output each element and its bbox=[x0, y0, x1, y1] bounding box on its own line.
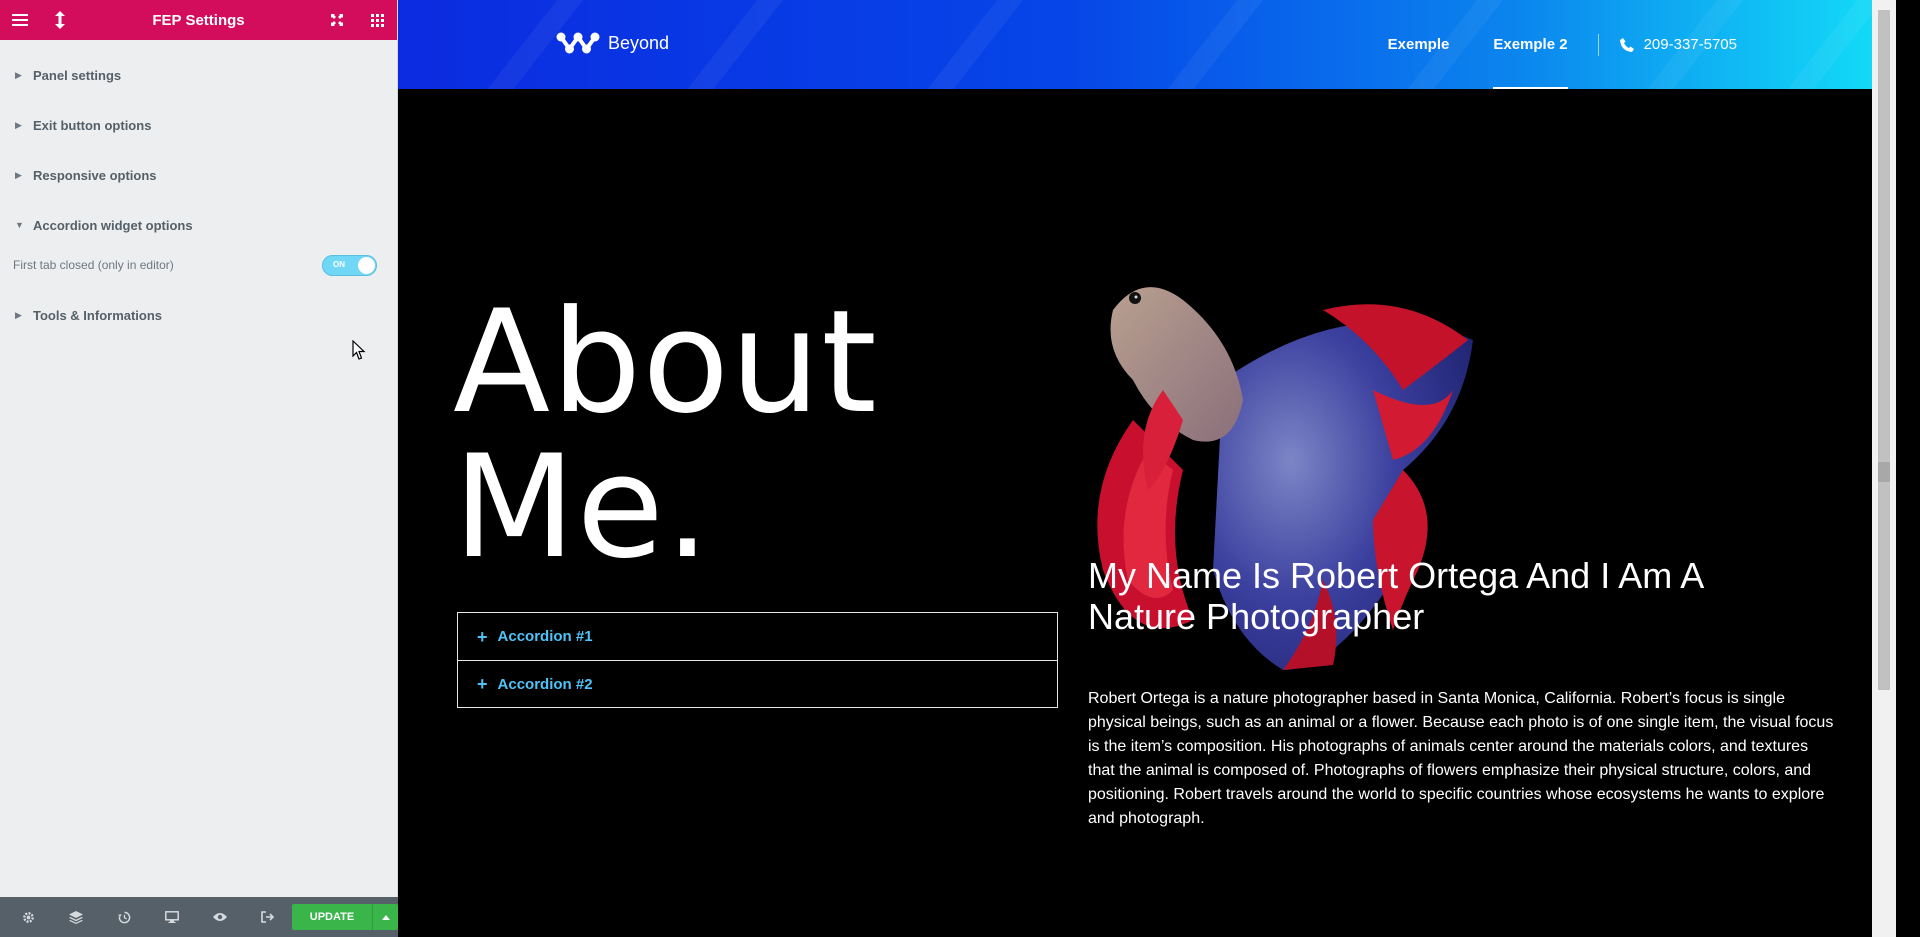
section-exit-button-options[interactable]: ▶ Exit button options bbox=[0, 100, 397, 150]
page-scrollbar[interactable] bbox=[1872, 0, 1896, 937]
accordion-widget: + Accordion #1 + Accordion #2 bbox=[457, 612, 1058, 708]
nav-link-exemple-2[interactable]: Exemple 2 bbox=[1493, 0, 1568, 89]
accordion-item-1[interactable]: + Accordion #1 bbox=[458, 613, 1057, 660]
caret-right-icon: ▶ bbox=[15, 119, 22, 130]
toggle-knob bbox=[358, 256, 375, 274]
menu-button[interactable] bbox=[0, 0, 40, 40]
section-label: Responsive options bbox=[33, 167, 157, 183]
layers-icon bbox=[69, 910, 83, 924]
accordion-title: Accordion #1 bbox=[497, 628, 593, 645]
widgets-button[interactable] bbox=[357, 0, 397, 40]
nav-link-exemple[interactable]: Exemple bbox=[1388, 0, 1450, 89]
preview-button[interactable] bbox=[196, 897, 244, 937]
logo-mark-icon bbox=[556, 32, 600, 54]
gear-icon bbox=[22, 911, 34, 923]
intro-heading: My Name Is Robert Ortega And I Am A Natu… bbox=[1088, 555, 1703, 637]
phone-link[interactable]: 209-337-5705 bbox=[1619, 36, 1737, 53]
first-tab-closed-toggle[interactable]: ON bbox=[322, 254, 377, 276]
vertical-arrows-icon bbox=[55, 11, 65, 29]
control-label: First tab closed (only in editor) bbox=[13, 258, 174, 272]
about-line-1: About bbox=[453, 280, 878, 445]
desktop-icon bbox=[165, 911, 179, 923]
toggle-on-text: ON bbox=[333, 259, 345, 269]
plus-icon: + bbox=[477, 674, 488, 694]
nav-divider bbox=[1597, 33, 1599, 56]
about-line-2: Me. bbox=[453, 425, 712, 590]
section-responsive-options[interactable]: ▶ Responsive options bbox=[0, 150, 397, 200]
fullscreen-button[interactable] bbox=[317, 0, 357, 40]
grid-icon bbox=[370, 13, 384, 27]
site-preview: Beyond Exemple Exemple 2 209-337-5705 Ab… bbox=[398, 0, 1896, 937]
exit-button[interactable] bbox=[244, 897, 292, 937]
section-accordion-widget-options[interactable]: ▼ Accordion widget options bbox=[0, 200, 397, 250]
section-label: Tools & Informations bbox=[33, 307, 163, 323]
responsive-mode-button[interactable] bbox=[148, 897, 196, 937]
caret-down-icon: ▼ bbox=[15, 220, 24, 230]
history-button[interactable] bbox=[100, 897, 148, 937]
section-tools-informations[interactable]: ▶ Tools & Informations bbox=[0, 290, 397, 340]
caret-right-icon: ▶ bbox=[15, 69, 22, 80]
editor-panel: FEP Settings ▶ Panel settings ▶ Exit but… bbox=[0, 0, 398, 937]
expand-icon bbox=[331, 14, 343, 26]
header-stripe bbox=[1143, 0, 1279, 89]
scrollbar-thumb[interactable] bbox=[1878, 10, 1890, 690]
caret-up-icon bbox=[381, 914, 390, 920]
header-stripe bbox=[903, 0, 1039, 89]
section-panel-settings[interactable]: ▶ Panel settings bbox=[0, 50, 397, 100]
first-tab-closed-control: First tab closed (only in editor) ON bbox=[0, 245, 397, 285]
phone-number: 209-337-5705 bbox=[1643, 36, 1737, 53]
panel-header: FEP Settings bbox=[0, 0, 397, 40]
panel-footer: UPDATE bbox=[0, 897, 398, 937]
history-icon bbox=[117, 911, 130, 923]
settings-button[interactable] bbox=[4, 897, 52, 937]
update-options-button[interactable] bbox=[372, 904, 398, 930]
phone-icon bbox=[1619, 37, 1634, 52]
hamburger-icon bbox=[12, 14, 28, 26]
resize-button[interactable] bbox=[40, 0, 80, 40]
header-stripe bbox=[663, 0, 799, 89]
logo-text: Beyond bbox=[608, 32, 670, 53]
settings-sections: ▶ Panel settings ▶ Exit button options ▶… bbox=[0, 40, 397, 340]
eye-icon bbox=[213, 913, 227, 921]
mouse-cursor-icon bbox=[352, 340, 366, 360]
caret-right-icon: ▶ bbox=[15, 309, 22, 320]
sign-out-icon bbox=[261, 911, 275, 923]
about-heading: About Me. bbox=[453, 290, 878, 580]
update-button[interactable]: UPDATE bbox=[292, 904, 372, 930]
caret-right-icon: ▶ bbox=[15, 169, 22, 180]
section-label: Accordion widget options bbox=[33, 217, 193, 233]
accordion-title: Accordion #2 bbox=[497, 675, 593, 693]
plus-icon: + bbox=[477, 626, 488, 647]
site-header: Beyond Exemple Exemple 2 209-337-5705 bbox=[398, 0, 1896, 89]
site-logo[interactable]: Beyond bbox=[556, 30, 669, 56]
section-label: Exit button options bbox=[33, 117, 152, 133]
scrollbar-marker bbox=[1878, 462, 1890, 482]
navigator-button[interactable] bbox=[52, 897, 100, 937]
bio-text: Robert Ortega is a nature photographer b… bbox=[1088, 690, 1834, 827]
accordion-item-2[interactable]: + Accordion #2 bbox=[458, 660, 1057, 707]
section-label: Panel settings bbox=[33, 67, 122, 83]
main-nav: Exemple Exemple 2 209-337-5705 bbox=[1388, 0, 1896, 89]
